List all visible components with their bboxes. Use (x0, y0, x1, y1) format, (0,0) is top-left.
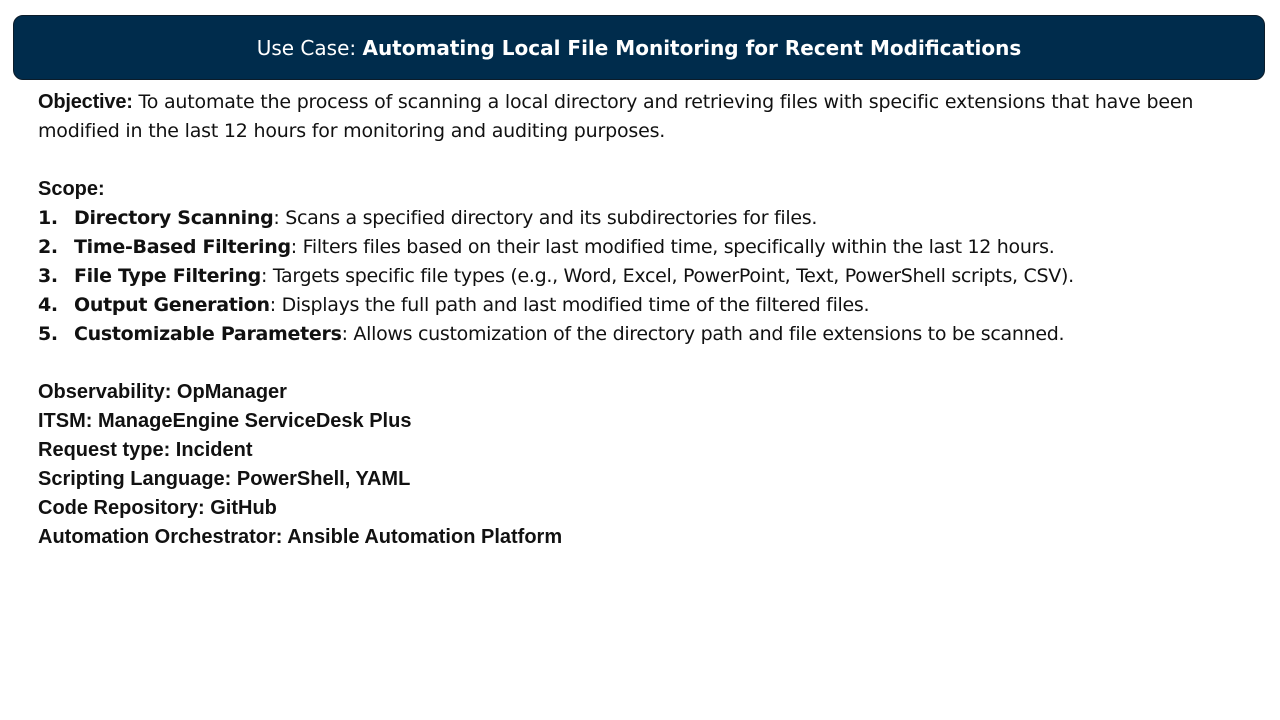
scope-item-customizable-parameters: 5. Customizable Parameters: Allows custom… (38, 320, 1253, 349)
objective-paragraph: Objective: To automate the process of sc… (38, 88, 1253, 146)
scope-item-term: Customizable Parameters (74, 323, 342, 345)
scope-item-term: File Type Filtering (74, 265, 261, 287)
slide: Use Case: Automating Local File Monitori… (0, 0, 1280, 720)
scope-heading: Scope: (38, 178, 105, 200)
observability-line: Observability: OpManager (38, 381, 287, 403)
slide-content: Objective: To automate the process of sc… (38, 88, 1253, 552)
objective-text: To automate the process of scanning a lo… (38, 91, 1194, 142)
metadata-block: Observability: OpManager ITSM: ManageEng… (38, 378, 1253, 552)
scope-item-desc: : Scans a specified directory and its su… (273, 207, 818, 229)
itsm-line: ITSM: ManageEngine ServiceDesk Plus (38, 410, 412, 432)
title-prefix: Use Case: (256, 35, 357, 60)
scope-item-desc: : Filters files based on their last modi… (290, 236, 1055, 258)
scope-item-term: Output Generation (74, 294, 270, 316)
scope-item-number: 4. (38, 294, 58, 316)
title-banner: Use Case: Automating Local File Monitori… (13, 15, 1265, 80)
scope-item-desc: : Targets specific file types (e.g., Wor… (260, 265, 1074, 287)
scope-item-file-type-filtering: 3. File Type Filtering: Targets specific … (38, 262, 1253, 291)
scope-item-desc: : Displays the full path and last modifi… (269, 294, 870, 316)
scope-item-output-generation: 4. Output Generation: Displays the full p… (38, 291, 1253, 320)
scope-item-number: 5. (38, 323, 58, 345)
scope-item-time-based-filtering: 2. Time-Based Filtering: Filters files ba… (38, 233, 1253, 262)
scripting-language-line: Scripting Language: PowerShell, YAML (38, 468, 411, 490)
objective-label: Objective: (38, 91, 133, 113)
title-main: Automating Local File Monitoring for Rec… (362, 35, 1022, 60)
scope-item-desc: : Allows customization of the directory … (341, 323, 1065, 345)
scope-item-term: Directory Scanning (74, 207, 274, 229)
scope-item-number: 2. (38, 236, 58, 258)
scope-item-number: 3. (38, 265, 58, 287)
automation-orchestrator-line: Automation Orchestrator: Ansible Automat… (38, 526, 563, 548)
scope-item-number: 1. (38, 207, 58, 229)
scope-item-directory-scanning: 1. Directory Scanning: Scans a specified … (38, 204, 1253, 233)
code-repository-line: Code Repository: GitHub (38, 497, 277, 519)
request-type-line: Request type: Incident (38, 439, 253, 461)
scope-list: 1. Directory Scanning: Scans a specified … (38, 204, 1253, 349)
scope-item-term: Time-Based Filtering (74, 236, 291, 258)
